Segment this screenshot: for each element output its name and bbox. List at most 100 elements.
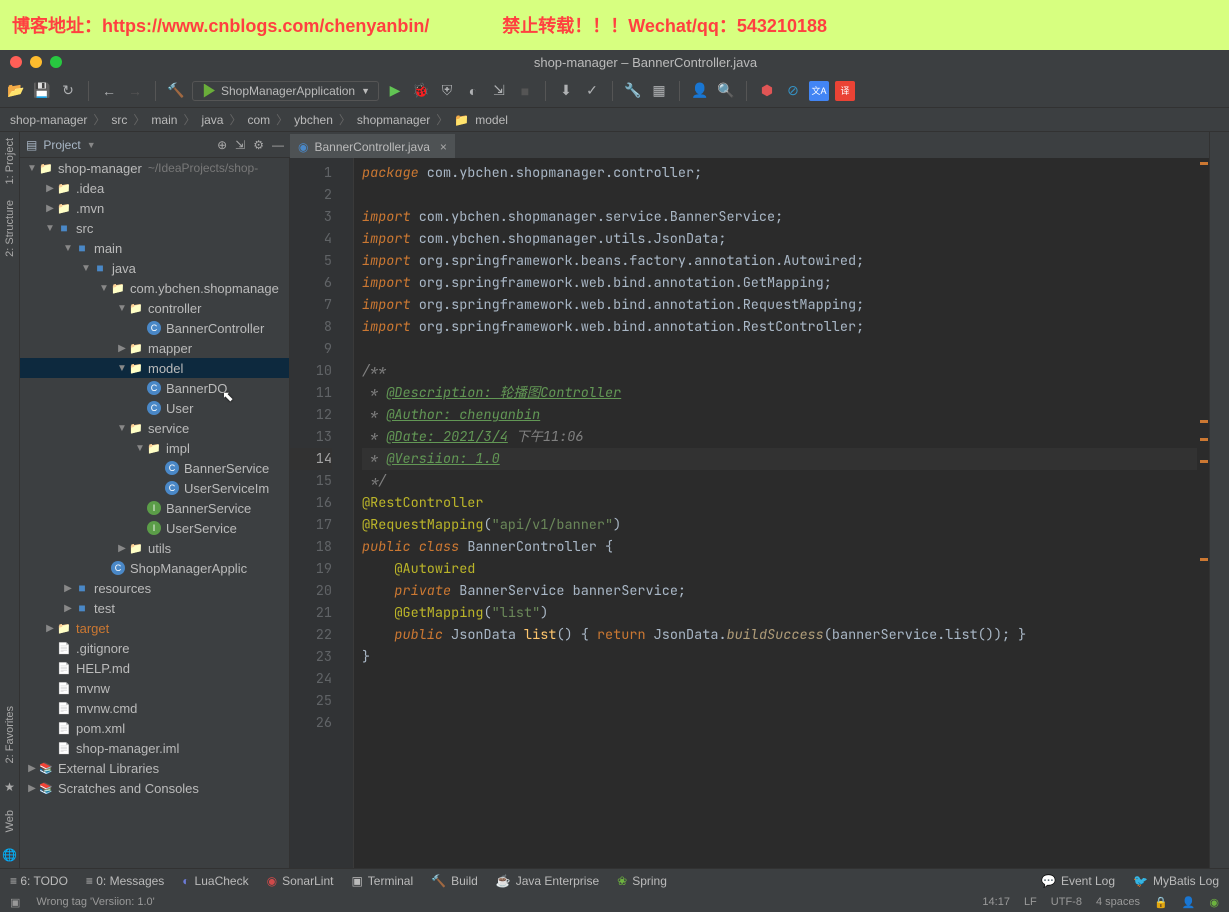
expand-all-icon[interactable]: ⇲ [235,138,245,152]
globe-icon[interactable]: 🌐 [2,848,17,862]
hide-panel-icon[interactable]: — [272,138,284,152]
tree-node-mapper[interactable]: ▶mapper [20,338,289,358]
tree-node-BannerService[interactable]: BannerService [20,458,289,478]
settings-icon[interactable]: 🔧 [623,81,643,101]
crumb[interactable]: java [201,113,223,127]
line-separator[interactable]: LF [1024,896,1037,909]
file-encoding[interactable]: UTF-8 [1051,896,1082,909]
bottom-tab-build[interactable]: 🔨Build [431,874,478,888]
debug-icon[interactable]: 🐞 [411,81,431,101]
tool-windows-icon[interactable]: ▣ [10,896,20,909]
attach-icon[interactable]: ⇲ [489,81,509,101]
project-tree[interactable]: ▼shop-manager~/IdeaProjects/shop-▶.idea▶… [20,158,290,868]
error-stripe[interactable] [1197,158,1209,868]
tree-node-BannerDO[interactable]: BannerDO [20,378,289,398]
bottom-tab-terminal[interactable]: ▣Terminal [351,874,413,888]
tree-node-com-ybchen-shopmanage[interactable]: ▼com.ybchen.shopmanage [20,278,289,298]
minimize-window-icon[interactable] [30,56,42,68]
tree-node-controller[interactable]: ▼controller [20,298,289,318]
tree-node--mvn[interactable]: ▶.mvn [20,198,289,218]
open-icon[interactable]: 📂 [6,81,26,101]
crumb[interactable]: main [151,113,177,127]
project-combo-icon[interactable]: ▤ [26,138,37,152]
star-icon[interactable]: ★ [4,780,15,794]
memory-icon[interactable]: ◉ [1209,896,1219,909]
tree-node-BannerController[interactable]: BannerController [20,318,289,338]
bottom-tab-spring[interactable]: ❀Spring [617,874,667,888]
search-icon[interactable]: 🔍 [716,81,736,101]
tree-node--gitignore[interactable]: .gitignore [20,638,289,658]
project-title[interactable]: Project [43,138,80,152]
code-editor[interactable]: 1234567891011121314151617181920212223242… [290,158,1209,868]
jrebel-icon[interactable]: ⬢ [757,81,777,101]
structure-icon[interactable]: ▦ [649,81,669,101]
crumb[interactable]: model [475,113,508,127]
save-icon[interactable]: 💾 [32,81,52,101]
run-icon[interactable]: ▶ [385,81,405,101]
build-icon[interactable]: 🔨 [166,81,186,101]
tree-node-main[interactable]: ▼main [20,238,289,258]
vcs-update-icon[interactable]: ⬇ [556,81,576,101]
indent-setting[interactable]: 4 spaces [1096,896,1140,909]
tree-node-mvnw[interactable]: mvnw [20,678,289,698]
select-opened-icon[interactable]: ⊕ [217,138,227,152]
crumb[interactable]: shop-manager [10,113,87,127]
bottom-tab-messages[interactable]: ≡ 0: Messages [86,874,164,888]
tree-node-HELP-md[interactable]: HELP.md [20,658,289,678]
back-icon[interactable]: ← [99,81,119,101]
tree-node-BannerService[interactable]: BannerService [20,498,289,518]
tree-node-utils[interactable]: ▶utils [20,538,289,558]
left-tab-favorites[interactable]: 2: Favorites [4,706,16,763]
stop-icon[interactable]: ■ [515,81,535,101]
crumb[interactable]: com [247,113,270,127]
bottom-tab-event-log[interactable]: 💬Event Log [1041,874,1115,888]
tree-node-src[interactable]: ▼src [20,218,289,238]
crumb[interactable]: ybchen [294,113,333,127]
chevron-down-icon[interactable]: ▼ [87,140,96,150]
translate2-icon[interactable]: 译 [835,81,855,101]
tree-node-pom-xml[interactable]: pom.xml [20,718,289,738]
translate-icon[interactable]: 文A [809,81,829,101]
left-tab-project[interactable]: 1: Project [4,138,16,184]
vcs-commit-icon[interactable]: ✓ [582,81,602,101]
tree-node-impl[interactable]: ▼impl [20,438,289,458]
bottom-tab-java-ee[interactable]: ☕Java Enterprise [496,874,599,888]
left-tab-web[interactable]: Web [4,810,16,832]
tree-node-external[interactable]: ▶📚External Libraries [20,758,289,778]
sync-icon[interactable]: ↻ [58,81,78,101]
maximize-window-icon[interactable] [50,56,62,68]
deactivate-icon[interactable]: ⊘ [783,81,803,101]
crumb[interactable]: src [111,113,127,127]
cursor-position[interactable]: 14:17 [982,896,1010,909]
tree-node--idea[interactable]: ▶.idea [20,178,289,198]
tree-node-ShopManagerApplic[interactable]: ShopManagerApplic [20,558,289,578]
bottom-tab-mybatis[interactable]: 🐦MyBatis Log [1133,874,1219,888]
tree-node-test[interactable]: ▶test [20,598,289,618]
tree-node-scratches[interactable]: ▶📚Scratches and Consoles [20,778,289,798]
coverage-icon[interactable]: ⛨ [437,81,457,101]
tree-node-UserServiceIm[interactable]: UserServiceIm [20,478,289,498]
avatar-icon[interactable]: 👤 [690,81,710,101]
tree-node-model[interactable]: ▼model [20,358,289,378]
forward-icon[interactable]: → [125,81,145,101]
editor-tab[interactable]: ◉ BannerController.java × [290,134,455,158]
tree-node-mvnw-cmd[interactable]: mvnw.cmd [20,698,289,718]
run-config-selector[interactable]: ShopManagerApplication ▼ [192,81,379,101]
tree-node-shop-manager[interactable]: ▼shop-manager~/IdeaProjects/shop- [20,158,289,178]
profile-icon[interactable]: ◐ [463,81,483,101]
inspections-icon[interactable]: 👤 [1182,896,1196,909]
tree-node-shop-manager-iml[interactable]: shop-manager.iml [20,738,289,758]
tree-node-User[interactable]: User [20,398,289,418]
tree-node-java[interactable]: ▼java [20,258,289,278]
gear-icon[interactable]: ⚙ [253,138,264,152]
bottom-tab-sonarlint[interactable]: ◉SonarLint [267,874,334,888]
left-tab-structure[interactable]: 2: Structure [4,200,16,257]
code-area[interactable]: package com.ybchen.shopmanager.controlle… [354,158,1209,868]
close-window-icon[interactable] [10,56,22,68]
tree-node-target[interactable]: ▶target [20,618,289,638]
crumb[interactable]: shopmanager [357,113,430,127]
tree-node-service[interactable]: ▼service [20,418,289,438]
tree-node-UserService[interactable]: UserService [20,518,289,538]
bottom-tab-luacheck[interactable]: ◐LuaCheck [182,874,248,888]
bottom-tab-todo[interactable]: ≡ 6: TODO [10,874,68,888]
